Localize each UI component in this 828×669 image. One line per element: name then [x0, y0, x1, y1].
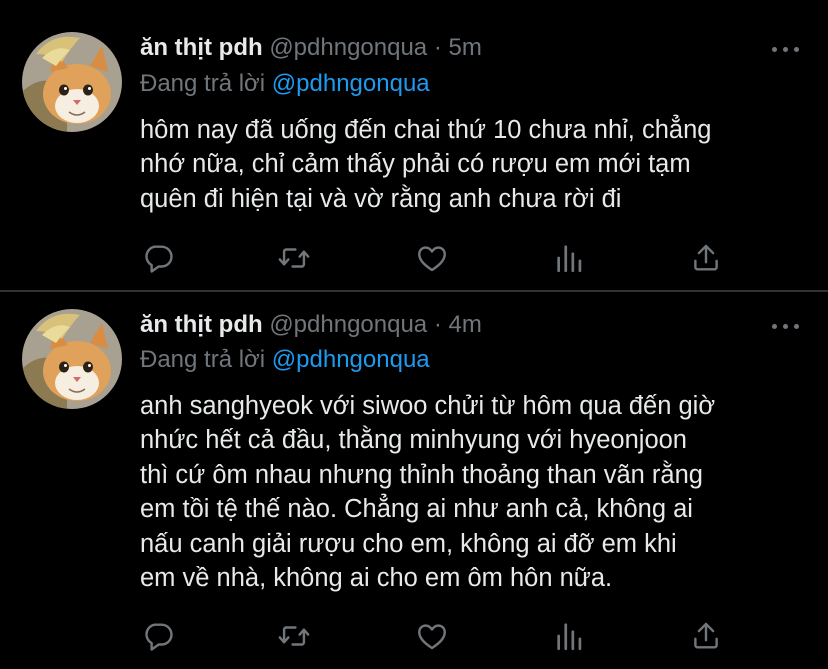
- cat-avatar-image: [22, 309, 122, 409]
- retweet-icon: [278, 248, 310, 268]
- reply-button[interactable]: [141, 619, 175, 653]
- tweet-text: hôm nay đã uống đến chai thứ 10 chưa nhỉ…: [140, 113, 810, 216]
- tweet-text-line: anh sanghyeok với siwoo chửi từ hôm qua …: [140, 392, 716, 420]
- retweet-button[interactable]: [277, 619, 311, 653]
- reply-button[interactable]: [141, 241, 175, 275]
- timestamp[interactable]: 4m: [449, 311, 482, 338]
- like-button[interactable]: [415, 241, 449, 275]
- separator: ·: [433, 34, 442, 61]
- replying-to-label: Đang trả lời: [140, 346, 266, 373]
- retweet-icon: [278, 626, 310, 646]
- more-icon[interactable]: [772, 321, 800, 331]
- tweet-text: anh sanghyeok với siwoo chửi từ hôm qua …: [140, 389, 810, 595]
- author-name[interactable]: ăn thịt pdh: [140, 311, 263, 338]
- analytics-button[interactable]: [553, 619, 587, 653]
- tweet-text-line: nhớ nữa, chỉ cảm thấy phải có rượu em mớ…: [140, 150, 691, 179]
- more-icon[interactable]: [772, 44, 800, 54]
- tweet-text-line: em tồi tệ thế nào. Chẳng ai như anh cả, …: [140, 495, 693, 524]
- author-handle[interactable]: @pdhngonqua: [269, 311, 427, 338]
- avatar[interactable]: [22, 309, 122, 409]
- analytics-icon: [557, 623, 582, 651]
- like-button[interactable]: [415, 619, 449, 653]
- share-icon: [694, 622, 718, 649]
- tweet-actions: [0, 619, 828, 653]
- tweet-header: ăn thịt pdh @pdhngonqua · 4m: [140, 311, 482, 339]
- retweet-button[interactable]: [277, 241, 311, 275]
- replying-to: Đang trả lời @pdhngonqua: [140, 70, 430, 98]
- share-icon: [694, 244, 718, 271]
- tweet[interactable]: ăn thịt pdh @pdhngonqua · 5m Đang trả lờ…: [0, 0, 828, 290]
- tweet-actions: [0, 241, 828, 275]
- analytics-icon: [557, 245, 582, 273]
- reply-icon: [145, 245, 173, 273]
- share-button[interactable]: [689, 241, 723, 275]
- tweet-text-line: quên đi hiện tại và vờ rằng anh chưa rời…: [140, 184, 622, 213]
- tweet[interactable]: ăn thịt pdh @pdhngonqua · 4m Đang trả lờ…: [0, 292, 828, 669]
- share-button[interactable]: [689, 619, 723, 653]
- tweet-header: ăn thịt pdh @pdhngonqua · 5m: [140, 34, 482, 62]
- tweet-text-line: nấu canh giải rượu cho em, không ai đỡ e…: [140, 529, 677, 558]
- like-icon: [418, 624, 446, 650]
- analytics-button[interactable]: [553, 241, 587, 275]
- tweet-text-line: nhức hết cả đầu, thằng minhyung với hyeo…: [140, 426, 687, 455]
- author-handle[interactable]: @pdhngonqua: [269, 34, 427, 61]
- tweet-text-line: em về nhà, không ai cho em ôm hôn nữa.: [140, 564, 613, 593]
- timestamp[interactable]: 5m: [449, 34, 482, 61]
- replying-to: Đang trả lời @pdhngonqua: [140, 346, 430, 374]
- tweet-text-line: hôm nay đã uống đến chai thứ 10 chưa nhỉ…: [140, 116, 712, 144]
- reply-icon: [145, 623, 173, 651]
- tweet-text-line: thì cứ ôm nhau nhưng thỉnh thoảng than v…: [140, 460, 703, 489]
- like-icon: [418, 246, 446, 272]
- separator: ·: [433, 311, 442, 338]
- reply-mention-link[interactable]: @pdhngonqua: [272, 70, 430, 97]
- avatar[interactable]: [22, 32, 122, 132]
- author-name[interactable]: ăn thịt pdh: [140, 34, 263, 61]
- replying-to-label: Đang trả lời: [140, 70, 266, 97]
- reply-mention-link[interactable]: @pdhngonqua: [272, 346, 430, 373]
- cat-avatar-image: [22, 32, 122, 132]
